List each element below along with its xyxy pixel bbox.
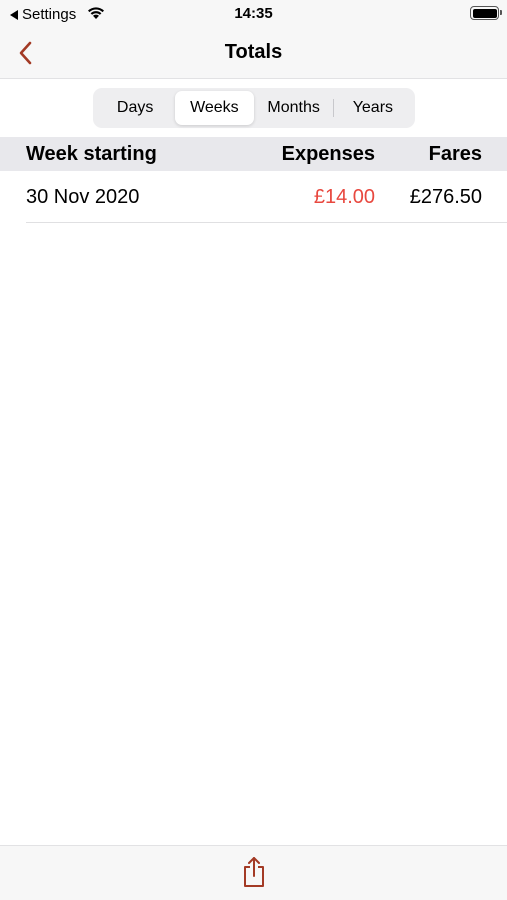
- row-fares: £276.50: [409, 186, 482, 208]
- bottom-toolbar: [0, 845, 507, 900]
- navigation-bar: Totals: [0, 28, 507, 79]
- status-time: 14:35: [234, 5, 273, 22]
- share-button[interactable]: [239, 855, 269, 889]
- segment-months[interactable]: Months: [255, 91, 333, 125]
- table-header: Week starting Expenses Fares: [0, 137, 507, 171]
- page-title: Totals: [224, 41, 283, 63]
- battery-icon: [470, 6, 502, 20]
- row-separator: [26, 222, 507, 223]
- segment-years[interactable]: Years: [334, 91, 412, 125]
- status-bar: Settings 14:35: [0, 0, 507, 28]
- row-date: 30 Nov 2020: [26, 186, 140, 208]
- segment-weeks[interactable]: Weeks: [175, 91, 254, 125]
- share-icon: [244, 857, 264, 887]
- column-header-week-starting: Week starting: [26, 143, 157, 165]
- table-row[interactable]: 30 Nov 2020 £14.00 £276.50: [0, 171, 507, 223]
- period-segmented-control: Days Weeks Months Years: [93, 88, 415, 128]
- column-header-fares: Fares: [428, 143, 482, 165]
- row-expenses: £14.00: [313, 186, 375, 208]
- column-header-expenses: Expenses: [281, 143, 375, 165]
- segment-days[interactable]: Days: [96, 91, 174, 125]
